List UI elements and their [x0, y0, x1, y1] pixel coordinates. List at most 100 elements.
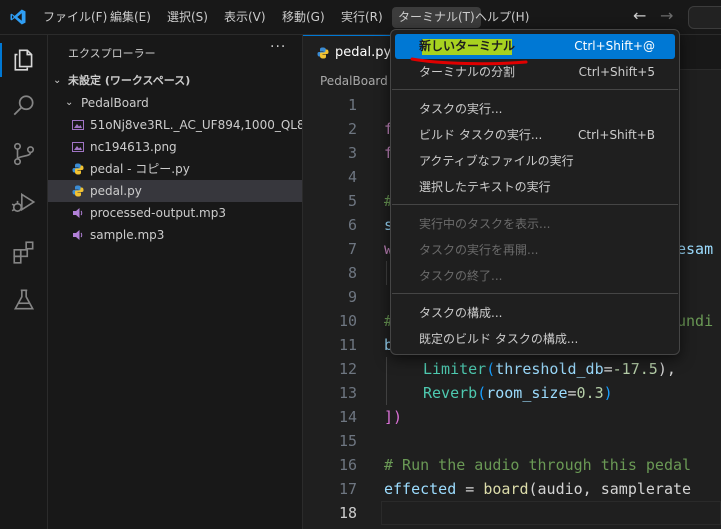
code-token: board	[483, 480, 529, 498]
python-file-icon	[72, 185, 84, 197]
code-text: ])	[384, 408, 403, 426]
menu-item-label: タスクの実行...	[419, 102, 503, 116]
workspace-label: 未設定 (ワークスペース)	[68, 74, 191, 87]
vscode-logo-icon	[10, 9, 26, 25]
python-file-icon	[72, 163, 84, 175]
menu-file[interactable]: ファイル(F)	[37, 7, 113, 28]
menu-run-selected-text[interactable]: 選択したテキストの実行	[395, 175, 675, 200]
line-number: 6	[347, 216, 357, 234]
explorer-sidebar: エクスプローラー ··· ⌄ 未設定 (ワークスペース) ⌄ PedalBoar…	[48, 35, 303, 529]
line-number: 3	[347, 144, 357, 162]
folder-label: PedalBoard	[81, 96, 149, 110]
breadcrumb[interactable]: PedalBoard	[320, 74, 388, 88]
testing-icon[interactable]	[11, 287, 37, 313]
more-actions-icon[interactable]: ···	[270, 39, 286, 55]
folder-pedalboard[interactable]: ⌄ PedalBoard	[48, 92, 302, 114]
code-line: 12 Limiter(threshold_db=-17.5),	[303, 357, 721, 381]
code-token: threshold_db	[495, 360, 604, 378]
line-number: 16	[338, 456, 357, 474]
audio-file-icon	[73, 208, 83, 218]
back-arrow-icon[interactable]: ←	[633, 6, 646, 25]
menu-item-shortcut: Ctrl+Shift+@	[574, 39, 655, 53]
extensions-icon[interactable]	[11, 239, 37, 265]
code-line: 18	[303, 501, 721, 525]
code-line: 13 Reverb(room_size=0.3)	[303, 381, 721, 405]
menu-item-shortcut: Ctrl+Shift+B	[578, 128, 655, 142]
line-number: 13	[338, 384, 357, 402]
code-token: )	[603, 384, 613, 402]
menu-run-active-file[interactable]: アクティブなファイルの実行	[395, 149, 675, 174]
code-token: 0.3	[576, 384, 604, 402]
menu-run[interactable]: 実行(R)	[335, 7, 389, 28]
file-item[interactable]: nc194613.png	[48, 136, 302, 158]
line-number: 2	[347, 120, 357, 138]
search-icon[interactable]	[11, 93, 37, 119]
activity-bar	[0, 35, 48, 529]
tab-pedal-py[interactable]: pedal.py	[303, 35, 393, 70]
file-item[interactable]: sample.mp3	[48, 224, 302, 246]
run-debug-icon[interactable]	[11, 189, 37, 215]
code-line: 16 # Run the audio through this pedal	[303, 453, 721, 477]
file-label: processed-output.mp3	[90, 206, 227, 220]
menu-item-label: アクティブなファイルの実行	[419, 154, 574, 168]
annotation-underline	[410, 57, 528, 66]
code-token: =	[456, 480, 484, 498]
workspace-header[interactable]: ⌄ 未設定 (ワークスペース)	[48, 70, 302, 92]
audio-file-icon	[73, 230, 83, 240]
code-token: -17.5	[612, 360, 658, 378]
code-token: =	[567, 384, 577, 402]
menu-show-running-tasks: 実行中のタスクを表示...	[395, 212, 675, 237]
code-token: ),	[657, 360, 676, 378]
line-number: 17	[338, 480, 357, 498]
file-item-selected[interactable]: pedal.py	[48, 180, 302, 202]
line-number: 4	[347, 168, 357, 186]
line-number: 8	[347, 264, 357, 282]
menu-run-task[interactable]: タスクの実行...	[395, 97, 675, 122]
forward-arrow-icon[interactable]: →	[660, 6, 673, 25]
image-file-icon	[72, 120, 84, 130]
line-number: 7	[347, 240, 357, 258]
code-text: esam	[677, 240, 714, 258]
menu-item-label: 選択したテキストの実行	[419, 180, 551, 194]
chevron-down-icon: ⌄	[65, 97, 74, 108]
menu-help[interactable]: ヘルプ(H)	[469, 7, 535, 28]
menu-selection[interactable]: 選択(S)	[161, 7, 214, 28]
line-number: 1	[347, 96, 357, 114]
menu-go[interactable]: 移動(G)	[276, 7, 331, 28]
file-item[interactable]: 51oNj8ve3RL._AC_UF894,1000_QL8...	[48, 114, 302, 136]
line-number: 9	[347, 288, 357, 306]
code-text: # Run the audio through this pedal	[384, 456, 692, 474]
menu-run-build-task[interactable]: ビルド タスクの実行... Ctrl+Shift+B	[395, 123, 675, 148]
source-control-icon[interactable]	[11, 141, 37, 167]
line-number: 10	[338, 312, 357, 330]
file-label: pedal - コピー.py	[90, 162, 190, 176]
chevron-down-icon: ⌄	[53, 75, 62, 86]
menu-terminate-task: タスクの終了...	[395, 264, 675, 289]
command-center-search[interactable]	[688, 6, 721, 29]
code-token: effected	[384, 480, 457, 498]
menu-item-label: タスクの終了...	[419, 269, 503, 283]
code-text: undi	[677, 312, 714, 330]
menu-separator	[392, 89, 678, 90]
menu-item-label: タスクの構成...	[419, 306, 503, 320]
menu-item-label: ビルド タスクの実行...	[419, 128, 543, 142]
explorer-title: エクスプローラー	[68, 47, 156, 60]
explorer-icon[interactable]	[11, 47, 37, 73]
file-label: nc194613.png	[90, 140, 177, 154]
python-file-icon	[317, 47, 329, 59]
code-line: 17 effected = board(audio, samplerate	[303, 477, 721, 501]
menu-edit[interactable]: 編集(E)	[104, 7, 157, 28]
file-item[interactable]: pedal - コピー.py	[48, 158, 302, 180]
tab-label: pedal.py	[335, 45, 392, 60]
code-token: Reverb	[423, 384, 478, 402]
menu-configure-tasks[interactable]: タスクの構成...	[395, 301, 675, 326]
file-label: pedal.py	[90, 184, 142, 198]
terminal-menu: 新しいターミナル Ctrl+Shift+@ ターミナルの分割 Ctrl+Shif…	[390, 29, 680, 355]
file-item[interactable]: processed-output.mp3	[48, 202, 302, 224]
menu-item-label: 既定のビルド タスクの構成...	[419, 332, 579, 346]
menu-configure-default-build-task[interactable]: 既定のビルド タスクの構成...	[395, 327, 675, 352]
menu-view[interactable]: 表示(V)	[218, 7, 272, 28]
menu-terminal[interactable]: ターミナル(T)	[392, 7, 481, 28]
line-number: 11	[338, 336, 357, 354]
menu-item-shortcut: Ctrl+Shift+5	[578, 65, 655, 79]
